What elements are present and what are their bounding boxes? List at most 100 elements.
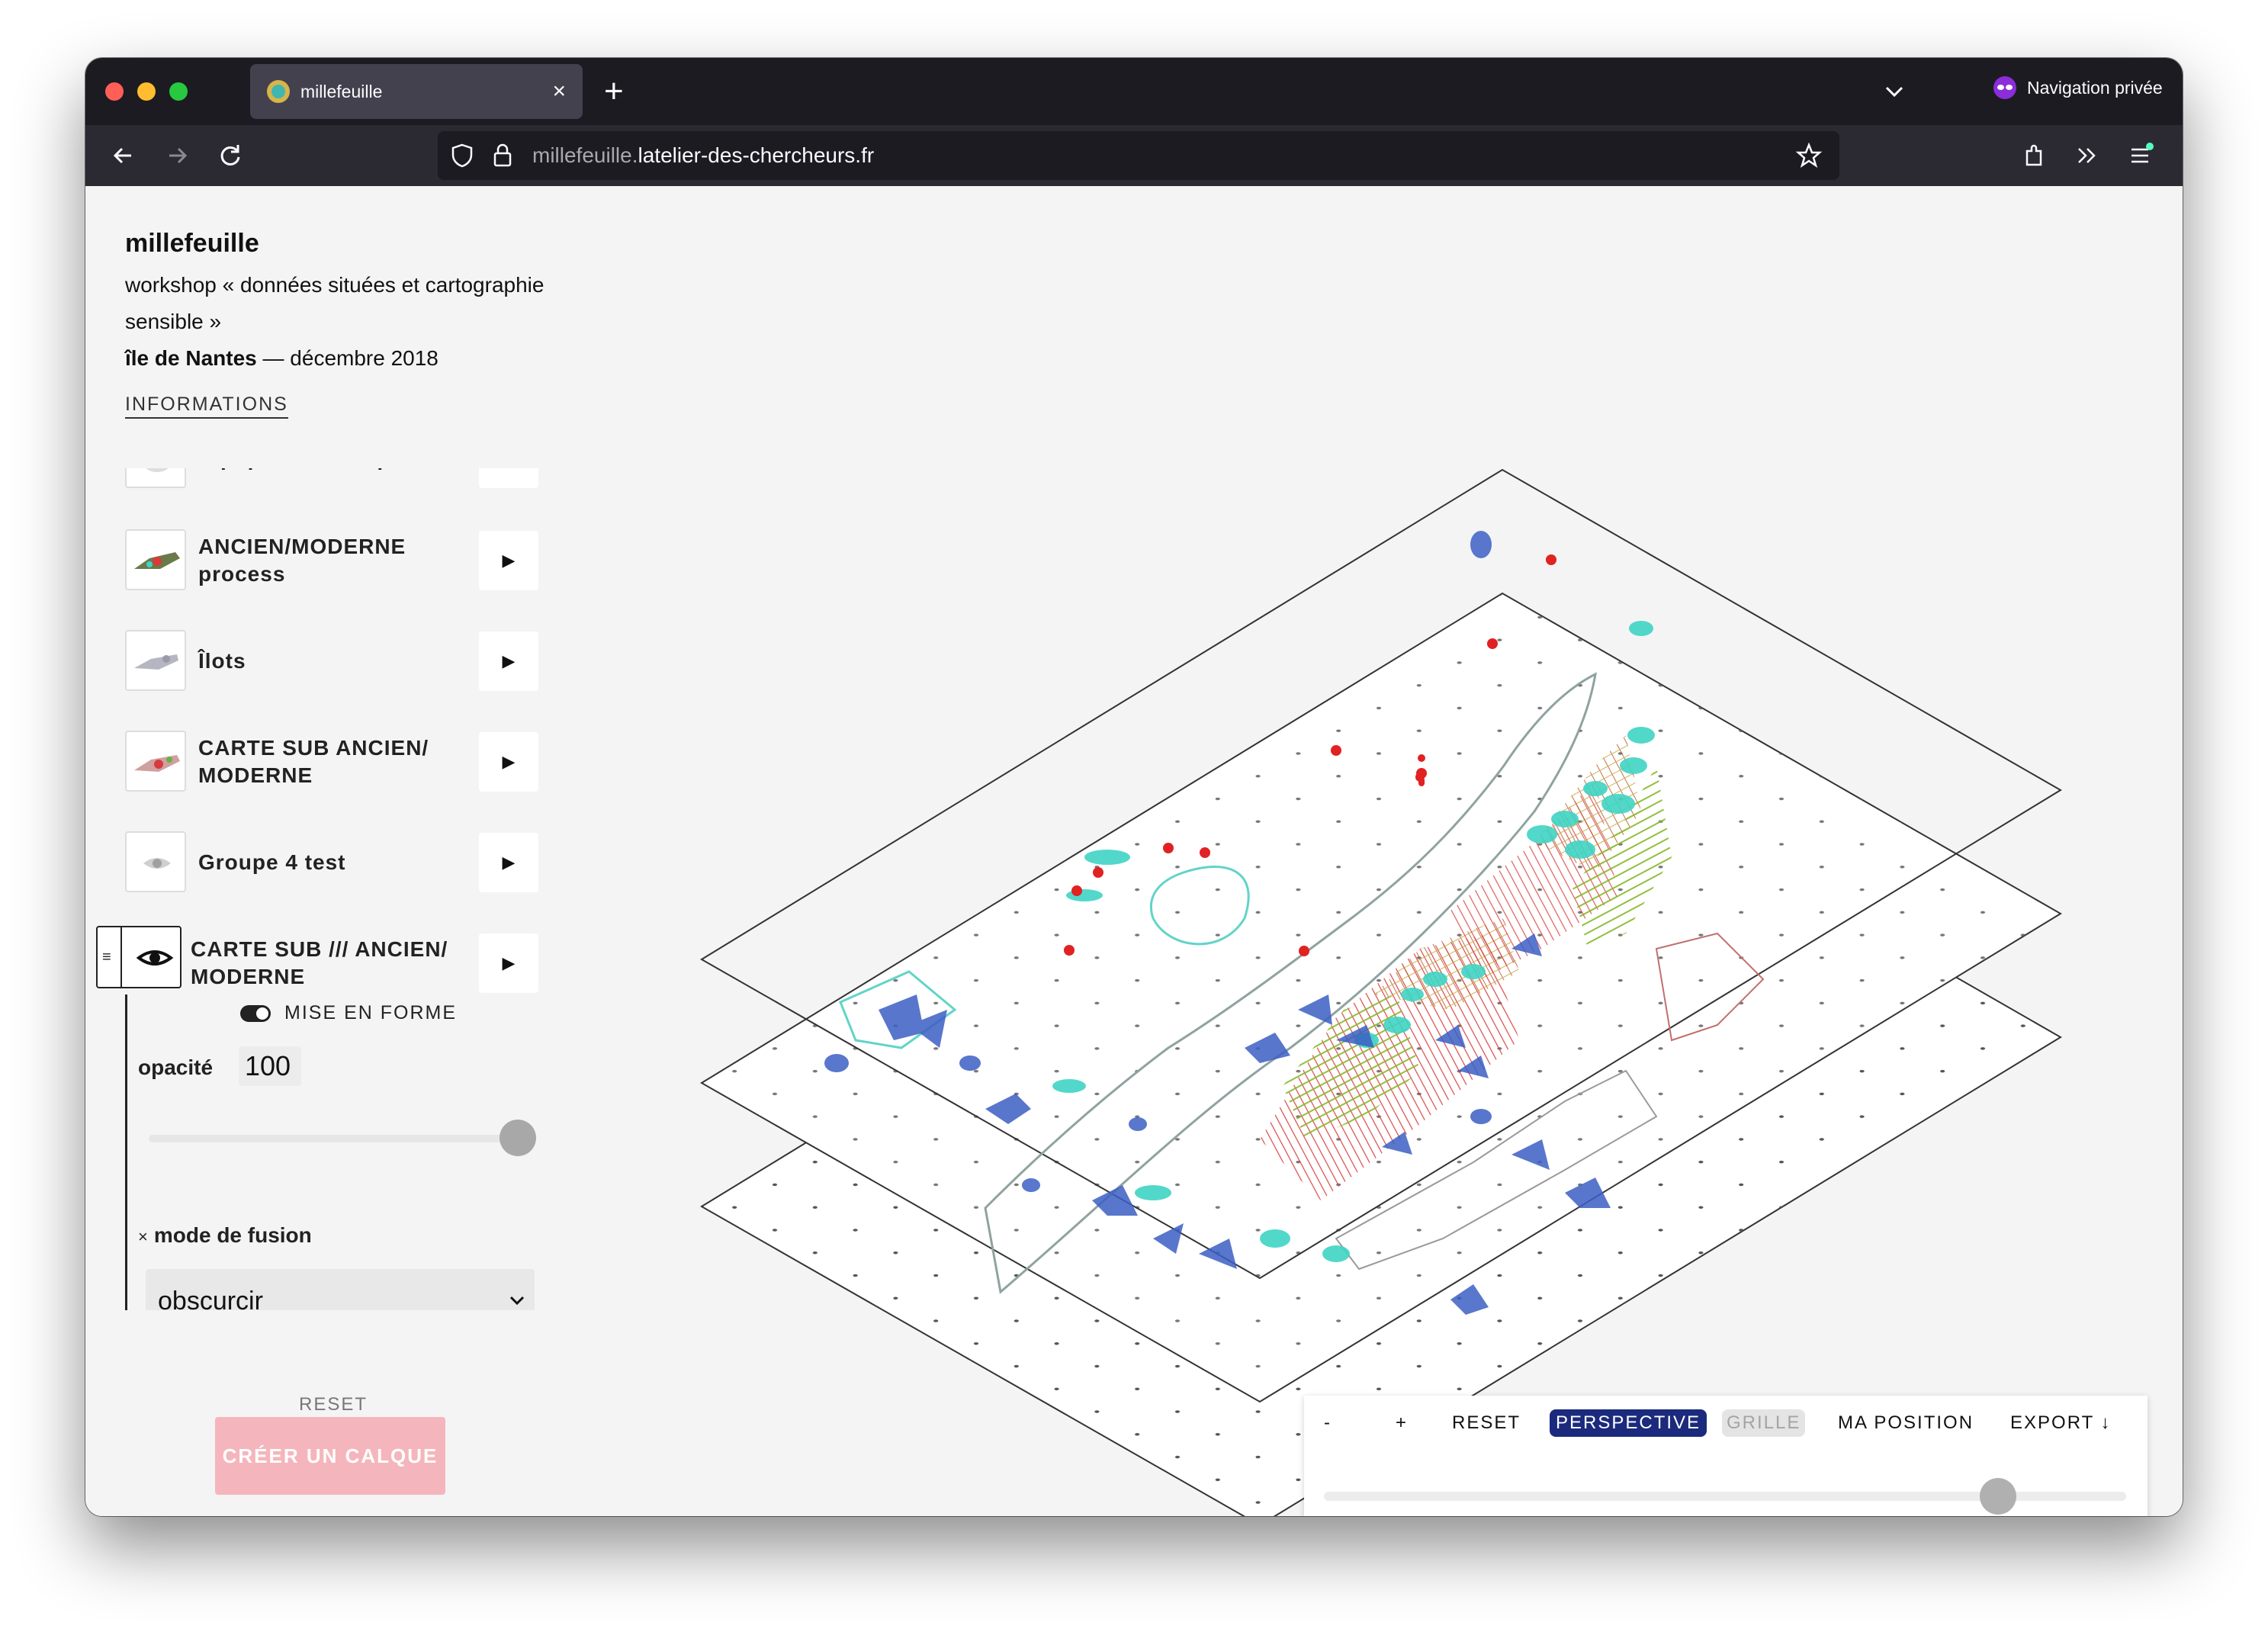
layer-item[interactable]: Îlots ▶ [125,630,538,692]
layer-name: Îlots [198,649,246,673]
layer-play-button[interactable]: ▶ [479,631,538,691]
map-thumbnail-icon [134,552,180,569]
tab-close-button[interactable]: × [552,80,566,103]
page-content: millefeuille workshop « données situées … [85,186,2183,1516]
layer-spacing-slider-thumb[interactable] [1979,1478,2016,1515]
layer-name: CARTE SUB ANCIEN/ MODERNE [198,736,429,787]
place-and-date: île de Nantes — décembre 2018 [125,340,552,377]
navigation-bar: millefeuille.latelier-des-chercheurs.fr [85,125,2183,186]
layer-thumbnail[interactable] [125,529,186,590]
forward-button[interactable] [159,137,195,174]
opacity-label: opacité [138,1055,214,1079]
site-description: workshop « données situées et cartograph… [125,267,552,377]
map-reset-button[interactable]: RESET [1452,1409,1521,1437]
date-text: — décembre 2018 [256,346,439,370]
layer-item[interactable]: CARTE SUB ANCIEN/ MODERNE ▶ [125,731,538,793]
sidebar: millefeuille workshop « données situées … [85,186,573,1516]
maximize-window-button[interactable] [169,82,188,101]
layer-item[interactable]: Equipements - Sport ▶ [125,468,538,490]
format-toggle[interactable] [240,1004,271,1022]
url-bar[interactable]: millefeuille.latelier-des-chercheurs.fr [438,131,1839,180]
layer-play-button[interactable]: ▶ [479,833,538,892]
chevron-down-icon [1885,86,1903,98]
url-text[interactable]: millefeuille.latelier-des-chercheurs.fr [532,131,874,180]
overflow-button[interactable] [2068,137,2105,174]
chevron-down-icon [509,1296,525,1306]
layer-item[interactable]: Groupe 4 test ▶ [125,831,538,894]
layer-play-button[interactable]: ▶ [479,531,538,590]
app-menu-button[interactable] [2122,137,2158,174]
layer-item[interactable]: ANCIEN/MODERNE process ▶ [125,529,538,592]
minimize-window-button[interactable] [137,82,156,101]
layer-thumbnail[interactable] [125,731,186,792]
overflow-icon [2078,148,2096,163]
my-position-button[interactable]: MA POSITION [1838,1409,1974,1437]
browser-tab[interactable]: millefeuille × [250,64,583,119]
shield-icon[interactable] [448,142,476,169]
blend-mode-label: × mode de fusion [138,1223,312,1248]
site-title: millefeuille [125,229,259,258]
format-toggle-label: MISE EN FORME [284,1002,458,1023]
blend-mode-select[interactable]: obscurcir [146,1269,535,1310]
opacity-input[interactable]: 100 [239,1046,301,1086]
reload-icon [220,145,240,165]
tab-list-button[interactable] [1876,73,1913,110]
layer-play-button[interactable]: ▶ [479,933,538,993]
private-mask-icon [1993,76,2016,99]
workshop-description: workshop « données situées et cartograph… [125,273,545,333]
layer-play-button[interactable]: ▶ [479,732,538,792]
tab-strip: millefeuille × + Navigation privée [85,58,2183,125]
new-tab-button[interactable]: + [604,70,624,113]
url-domain: latelier-des-chercheurs.fr [638,143,875,167]
blend-mode-clear-button[interactable]: × [138,1227,148,1246]
layer-play-button[interactable]: ▶ [479,468,538,488]
map-toolbar: - + RESET PERSPECTIVE GRILLE MA POSITION… [1304,1396,2148,1516]
private-browsing-indicator: Navigation privée [1993,76,2163,99]
sidebar-reset-button[interactable]: RESET [299,1394,368,1415]
browser-window: millefeuille × + Navigation privée mille… [85,58,2183,1516]
create-layer-button[interactable]: CRÉER UN CALQUE [215,1417,445,1495]
drag-handle-icon[interactable]: ≡ [102,949,111,966]
informations-link[interactable]: INFORMATIONS [125,394,288,419]
layer-name: ANCIEN/MODERNE process [198,535,406,586]
place-name: île de Nantes [125,346,257,370]
layer-thumbnail[interactable] [125,630,186,691]
back-icon [113,147,131,164]
layer-thumbnail[interactable] [125,468,186,488]
back-button[interactable] [105,137,142,174]
layer-name: Groupe 4 test [198,850,346,874]
forward-icon [169,147,188,164]
favicon-icon [267,80,290,103]
blend-mode-label-text: mode de fusion [153,1223,312,1247]
layer-list[interactable]: Equipements - Sport ▶ ANCIEN/MODERNE pro… [85,468,573,1310]
reload-button[interactable] [212,137,249,174]
eye-icon [143,858,171,869]
extensions-icon [2025,144,2042,166]
layer-thumbnail[interactable] [125,831,186,892]
lock-icon[interactable] [491,142,514,169]
zoom-in-button[interactable]: + [1396,1409,1408,1437]
layered-map-canvas[interactable] [573,186,2183,1516]
eye-icon [146,468,169,472]
zoom-out-button[interactable]: - [1324,1409,1332,1437]
close-window-button[interactable] [105,82,124,101]
url-prefix: millefeuille. [532,143,638,167]
export-button[interactable]: EXPORT ↓ [2010,1409,2111,1437]
perspective-button[interactable]: PERSPECTIVE [1550,1409,1707,1437]
star-icon[interactable] [1795,142,1823,169]
grid-button[interactable]: GRILLE [1722,1409,1806,1437]
extensions-button[interactable] [2016,137,2053,174]
layer-name: CARTE SUB /// ANCIEN/ MODERNE [191,937,448,988]
layer-settings-panel: MISE EN FORME opacité 100 × mode de fusio… [125,994,552,1310]
layer-item-open[interactable]: CARTE SUB /// ANCIEN/ MODERNE ▶ [119,932,538,994]
private-label: Navigation privée [2027,77,2163,98]
opacity-slider-track[interactable] [149,1135,530,1142]
opacity-slider-thumb[interactable] [500,1120,536,1156]
map-thumbnail-icon [134,654,178,670]
blend-mode-value: obscurcir [158,1287,263,1310]
format-toggle-row[interactable]: MISE EN FORME [240,1002,457,1024]
map-view[interactable] [573,186,2183,1516]
layer-name: Equipements - Sport [198,468,465,490]
tab-title: millefeuille [300,81,383,101]
map-thumbnail-icon [134,755,180,772]
